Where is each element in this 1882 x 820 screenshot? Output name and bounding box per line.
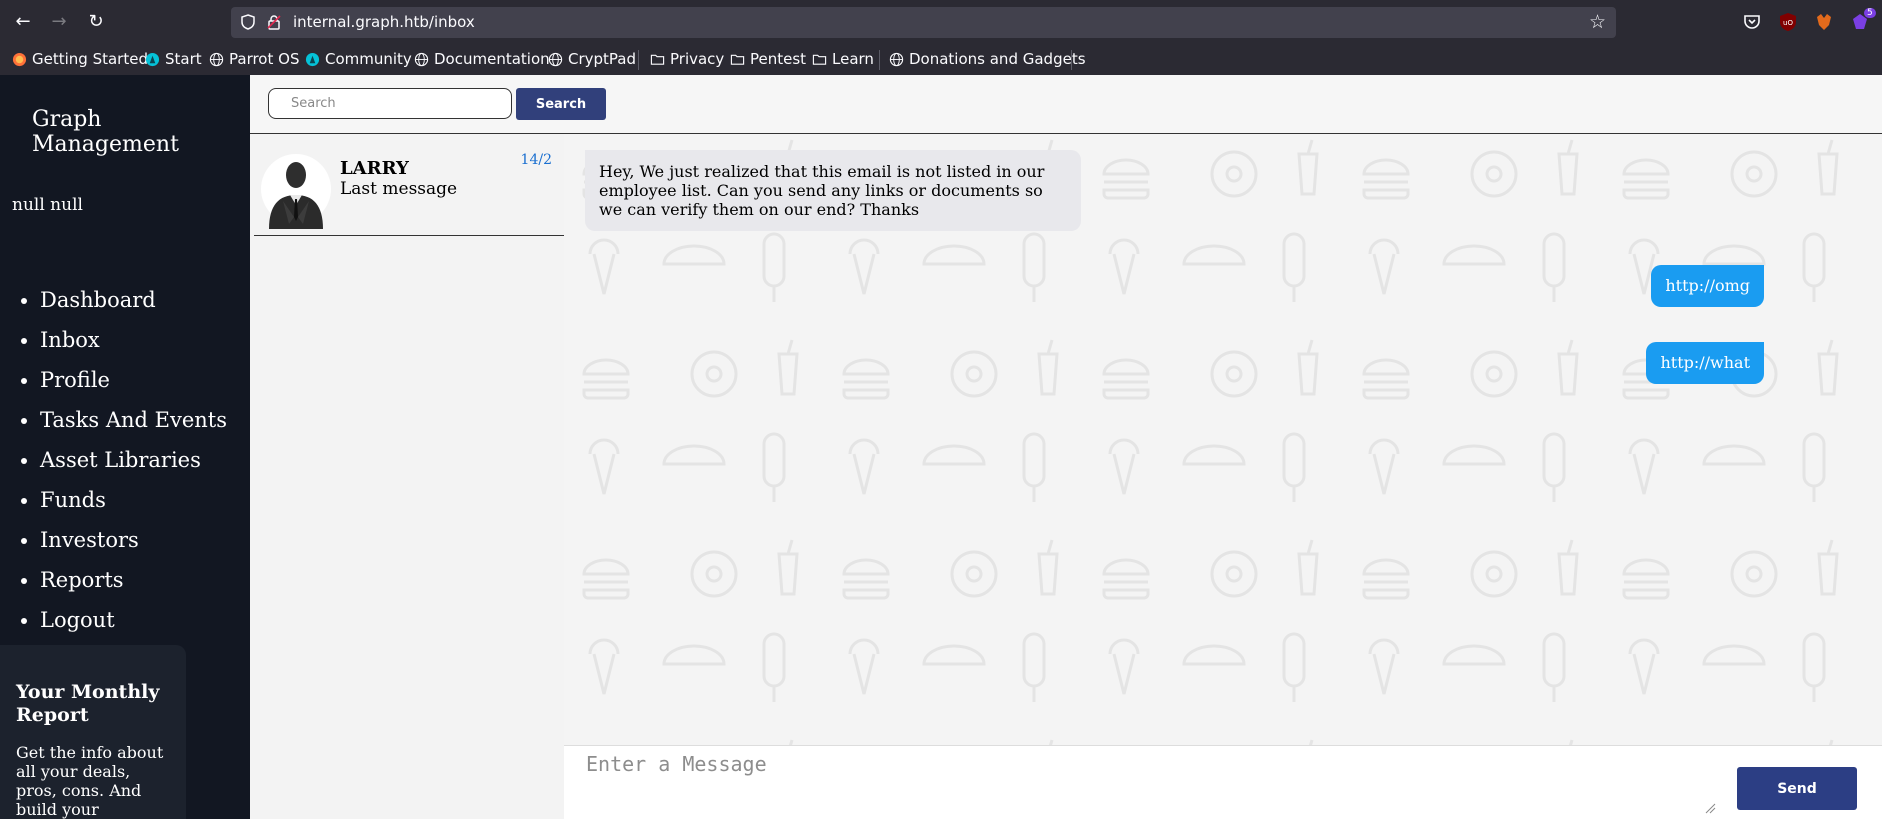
bookmark-getting-started[interactable]: Getting Started [12, 50, 148, 68]
sidebar-item-logout[interactable]: Logout [40, 600, 227, 640]
sidebar-item-investors[interactable]: Investors [40, 520, 227, 560]
address-bar[interactable]: internal.graph.htb/inbox ☆ [231, 7, 1616, 38]
globe-icon [548, 52, 563, 66]
bookmark-star-icon[interactable]: ☆ [1589, 11, 1606, 33]
sidebar-item-inbox[interactable]: Inbox [40, 320, 227, 360]
browser-toolbar: ← → ↻ internal.graph.htb/inbox ☆ uO 5 [0, 0, 1882, 44]
message-composer: Send [564, 745, 1882, 820]
foxyproxy-icon[interactable] [1814, 12, 1834, 32]
bookmark-label: Donations and Gadgets [909, 50, 1086, 68]
sidebar-item-reports[interactable]: Reports [40, 560, 227, 600]
url-text[interactable]: internal.graph.htb/inbox [293, 13, 475, 31]
incoming-message: Hey, We just realized that this email is… [585, 150, 1081, 231]
sidebar-item-profile[interactable]: Profile [40, 360, 227, 400]
sidebar-item-dashboard[interactable]: Dashboard [40, 280, 227, 320]
bookmark-cryptpad[interactable]: CryptPad [548, 50, 636, 68]
firefox-icon [12, 52, 27, 66]
bookmark-label: Documentation [434, 50, 550, 68]
bookmark-separator [879, 50, 880, 70]
globe-icon [209, 52, 224, 66]
sidebar-item-funds[interactable]: Funds [40, 480, 227, 520]
parrot-icon [145, 52, 160, 66]
search-bar: Search [250, 75, 1882, 134]
send-button[interactable]: Send [1737, 767, 1857, 810]
bookmark-parrot-os[interactable]: Parrot OS [209, 50, 299, 68]
bookmark-separator [638, 50, 639, 70]
search-button[interactable]: Search [516, 88, 606, 120]
conversation-name: LARRY [340, 158, 409, 179]
folder-icon [812, 54, 827, 65]
bookmark-label: Pentest [750, 50, 807, 68]
forward-arrow-icon[interactable]: → [47, 10, 71, 34]
folder-icon [730, 54, 745, 65]
reload-icon[interactable]: ↻ [84, 10, 108, 34]
bookmark-documentation[interactable]: Documentation [414, 50, 550, 68]
search-input[interactable] [268, 88, 512, 119]
bookmark-label: Learn [832, 50, 874, 68]
folder-icon [650, 54, 665, 65]
bookmark-label: Community [325, 50, 412, 68]
bookmark-start[interactable]: Start [145, 50, 202, 68]
svg-text:uO: uO [1783, 19, 1793, 27]
globe-icon [889, 52, 904, 66]
chat-panel: Hey, We just realized that this email is… [564, 134, 1882, 745]
report-card-title: Your Monthly Report [16, 681, 160, 726]
sidebar-menu: Dashboard Inbox Profile Tasks And Events… [0, 280, 227, 640]
parrot-icon [305, 52, 320, 66]
bookmark-label: Privacy [670, 50, 725, 68]
outgoing-message: http://omg [1651, 265, 1764, 307]
resize-handle-icon[interactable] [1704, 802, 1716, 814]
avatar [261, 154, 331, 229]
brand-title: Graph Management [32, 107, 179, 157]
pocket-icon[interactable] [1742, 12, 1762, 32]
sidebar-item-asset-libraries[interactable]: Asset Libraries [40, 440, 227, 480]
bookmark-label: Parrot OS [229, 50, 300, 68]
bookmark-label: Getting Started [32, 50, 148, 68]
bookmarks-bar: Getting Started Start Parrot OS Communit… [0, 44, 1882, 76]
sidebar-item-tasks-and-events[interactable]: Tasks And Events [40, 400, 227, 440]
monthly-report-card: Your Monthly Report Get the info about a… [0, 645, 186, 819]
ublock-icon[interactable]: uO [1778, 12, 1798, 32]
lock-icon[interactable] [265, 13, 283, 31]
report-card-description: Get the info about all your deals, pros,… [16, 743, 164, 819]
user-name: null null [12, 195, 83, 215]
bookmark-pentest[interactable]: Pentest [730, 50, 806, 68]
bookmark-separator [1071, 50, 1072, 70]
bookmark-donations-and-gadgets[interactable]: Donations and Gadgets [889, 50, 1086, 68]
app-sidebar: Graph Management null null Dashboard Inb… [0, 75, 250, 819]
conversation-date: 14/2 [520, 152, 552, 168]
back-arrow-icon[interactable]: ← [11, 10, 35, 34]
conversation-item[interactable]: LARRY Last message 14/2 [254, 134, 564, 236]
bookmark-label: Start [165, 50, 202, 68]
extension-badge: 5 [1864, 8, 1876, 18]
bookmark-community[interactable]: Community [305, 50, 412, 68]
bookmark-learn[interactable]: Learn [812, 50, 874, 68]
globe-icon [414, 52, 429, 66]
bookmark-label: CryptPad [568, 50, 637, 68]
conversation-list: LARRY Last message 14/2 [250, 134, 565, 819]
shield-icon[interactable] [239, 13, 257, 31]
conversation-last-message: Last message [340, 179, 458, 199]
message-input[interactable] [564, 746, 1719, 818]
bookmark-privacy[interactable]: Privacy [650, 50, 724, 68]
outgoing-message: http://what [1646, 342, 1764, 384]
